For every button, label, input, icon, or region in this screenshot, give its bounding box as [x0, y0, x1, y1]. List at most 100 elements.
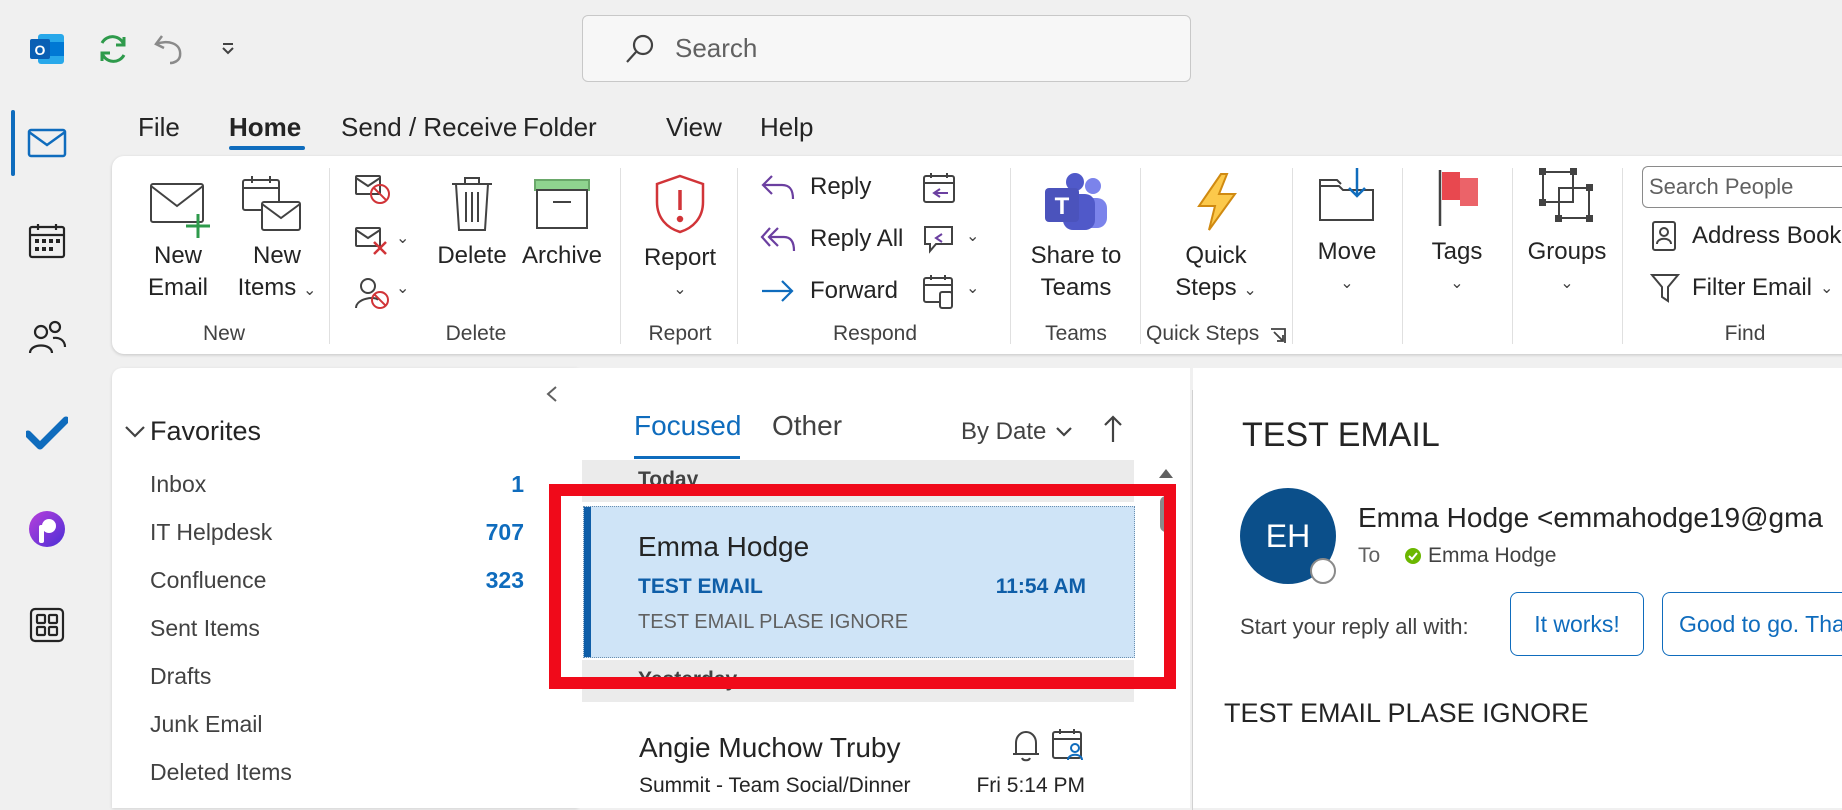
- folder-drafts[interactable]: Drafts: [150, 663, 211, 690]
- scroll-up-icon[interactable]: [1156, 466, 1176, 480]
- suggested-reply-button[interactable]: It works!: [1510, 592, 1644, 656]
- share-to-teams-label: Share to Teams: [1030, 242, 1122, 301]
- reply-all-button[interactable]: Reply All: [760, 224, 903, 254]
- folder-deleted-items[interactable]: Deleted Items: [150, 759, 292, 786]
- search-icon: [623, 32, 657, 66]
- ribbon-separator: [1512, 168, 1513, 344]
- teams-icon: T: [1045, 173, 1107, 230]
- quick-access-dropdown-icon[interactable]: [218, 38, 238, 58]
- collapse-pane-icon[interactable]: [544, 384, 560, 404]
- more-apps-icon[interactable]: [22, 600, 72, 650]
- chevron-down-icon: [1056, 427, 1073, 437]
- folder-junk-email[interactable]: Junk Email: [150, 711, 262, 738]
- groups-label: Groups ⌄: [1527, 238, 1607, 292]
- tab-view[interactable]: View: [666, 112, 722, 143]
- copilot-icon[interactable]: [22, 504, 72, 554]
- mail-icon[interactable]: [22, 118, 72, 168]
- forward-button[interactable]: Forward: [760, 276, 898, 306]
- folder-confluence[interactable]: Confluence: [150, 567, 266, 594]
- group-label-find: Find: [1724, 322, 1766, 345]
- sync-icon[interactable]: [94, 30, 132, 68]
- reply-button[interactable]: Reply: [760, 172, 871, 202]
- group-label-teams: Teams: [1045, 322, 1107, 345]
- address-book-icon: [1652, 221, 1676, 251]
- meeting-reply-icon[interactable]: [922, 172, 962, 208]
- ribbon-separator: [620, 168, 621, 344]
- ribbon-separator: [1622, 168, 1623, 344]
- group-label-delete: Delete: [445, 322, 507, 345]
- trash-icon: [452, 177, 492, 231]
- tab-folder[interactable]: Folder: [523, 112, 597, 143]
- ribbon-separator: [1140, 168, 1141, 344]
- calendar-icon[interactable]: [22, 216, 72, 266]
- folder-inbox[interactable]: Inbox: [150, 471, 206, 498]
- tags-label: Tags ⌄: [1431, 238, 1483, 292]
- search-people-input[interactable]: Search People: [1642, 166, 1842, 208]
- search-people-placeholder: Search People: [1649, 174, 1794, 199]
- im-reply-icon[interactable]: ⌄: [922, 224, 986, 260]
- todo-icon[interactable]: [22, 408, 72, 458]
- tab-file[interactable]: File: [138, 112, 180, 143]
- message-subject: Summit - Team Social/Dinner: [639, 774, 911, 797]
- flag-icon: [1438, 170, 1478, 226]
- ribbon-separator: [737, 168, 738, 344]
- message-sender: Angie Muchow Truby: [639, 732, 901, 763]
- reminder-bell-icon: [1013, 730, 1039, 762]
- tab-focused[interactable]: Focused: [634, 410, 741, 442]
- ribbon-separator: [1292, 168, 1293, 344]
- dialog-launcher-icon[interactable]: [1268, 326, 1288, 346]
- people-icon[interactable]: [22, 312, 72, 362]
- meeting-icon: [1052, 729, 1083, 761]
- tab-other[interactable]: Other: [772, 410, 842, 442]
- email-body: TEST EMAIL PLASE IGNORE: [1224, 698, 1589, 728]
- cleanup-icon[interactable]: ⌄: [352, 224, 414, 260]
- highlight-annotation: [549, 484, 1176, 689]
- group-label-new: New: [202, 322, 245, 345]
- group-label-report: Report: [648, 322, 712, 345]
- search-input[interactable]: Search: [582, 15, 1191, 82]
- message-time: Fri 5:14 PM: [976, 774, 1085, 797]
- group-label-quick-steps: Quick Steps: [1146, 322, 1260, 345]
- folder-sent-items[interactable]: Sent Items: [150, 615, 260, 642]
- ribbon-separator: [1402, 168, 1403, 344]
- delete-label: Delete: [437, 242, 507, 269]
- favorites-header[interactable]: Favorites: [124, 416, 261, 447]
- folder-it-helpdesk[interactable]: IT Helpdesk: [150, 519, 272, 546]
- sort-by-date-button[interactable]: By Date: [961, 418, 1074, 446]
- tab-send-receive[interactable]: Send / Receive: [341, 112, 517, 143]
- report-label: Report ⌄: [643, 244, 717, 298]
- focused-underline: [634, 456, 740, 459]
- quick-steps-label: Quick Steps ⌄: [1175, 242, 1257, 301]
- ribbon-separator: [329, 168, 330, 344]
- undo-icon[interactable]: [152, 30, 188, 66]
- suggested-reply-button[interactable]: Good to go. Tha: [1662, 592, 1842, 656]
- move-folder-icon: [1319, 168, 1374, 221]
- address-book-button[interactable]: Address Book: [1650, 220, 1841, 252]
- available-check-icon: [1405, 548, 1421, 564]
- presence-status-icon: [1310, 558, 1336, 584]
- list-item[interactable]: Angie Muchow Truby Summit - Team Social/…: [583, 704, 1135, 804]
- archive-icon: [534, 179, 590, 229]
- active-tab-underline: [229, 146, 305, 150]
- reply-prompt: Start your reply all with:: [1240, 614, 1469, 639]
- sort-direction-icon[interactable]: [1102, 414, 1124, 444]
- shield-alert-icon: [655, 174, 705, 234]
- junk-icon[interactable]: ⌄: [352, 274, 414, 312]
- to-label: To: [1358, 544, 1381, 567]
- recipient[interactable]: Emma Hodge: [1404, 544, 1556, 568]
- more-respond-icon[interactable]: ⌄: [922, 274, 986, 312]
- email-subject: TEST EMAIL: [1242, 416, 1440, 454]
- svg-text:T: T: [1055, 193, 1070, 220]
- filter-icon: [1650, 274, 1680, 303]
- sender-address[interactable]: Emma Hodge <emmahodge19@gma: [1358, 502, 1823, 534]
- tab-help[interactable]: Help: [760, 112, 813, 143]
- filter-email-button[interactable]: Filter Email ⌄: [1650, 272, 1833, 304]
- tab-home[interactable]: Home: [229, 112, 301, 143]
- folder-count: 323: [485, 567, 524, 593]
- reply-icon: [761, 175, 795, 200]
- ribbon-separator: [1010, 168, 1011, 344]
- lightning-icon: [1197, 173, 1237, 231]
- ignore-icon[interactable]: [352, 172, 392, 208]
- forward-icon: [762, 280, 794, 302]
- rail-active-indicator: [11, 110, 15, 176]
